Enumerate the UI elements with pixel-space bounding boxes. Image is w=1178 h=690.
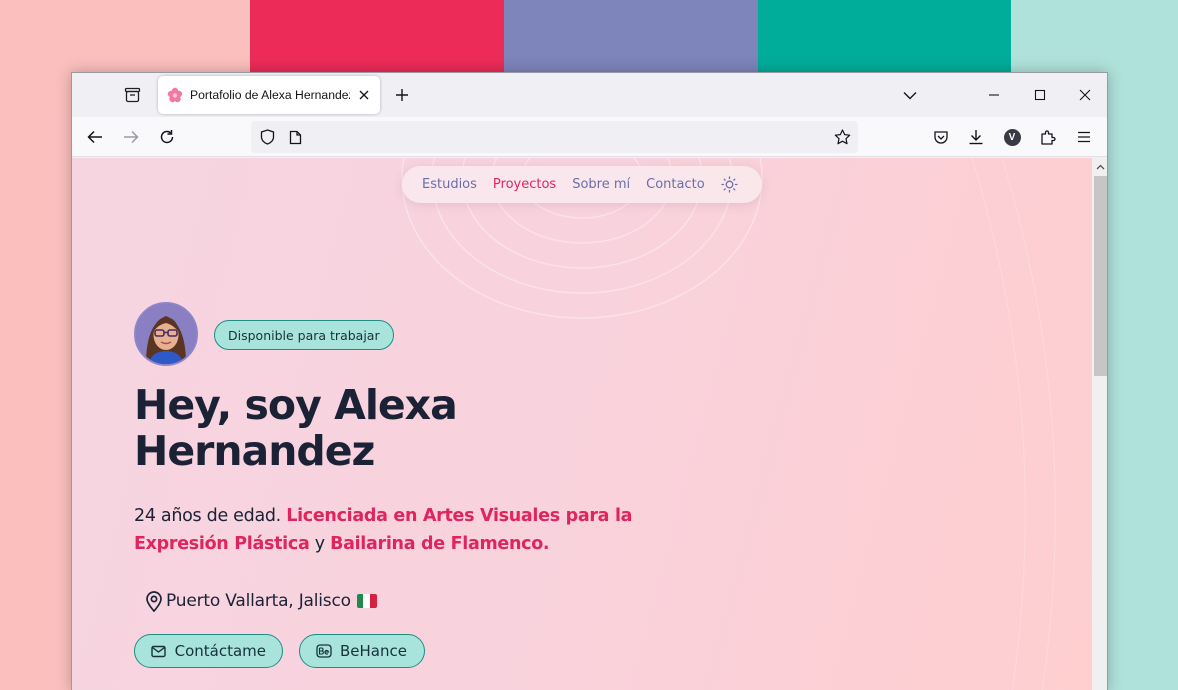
reload-icon[interactable] [157, 127, 177, 147]
behance-icon [316, 643, 332, 659]
forward-arrow-icon[interactable] [121, 127, 141, 147]
chevron-down-icon[interactable] [900, 85, 920, 105]
desc-text: y [309, 534, 331, 554]
site-navigation: Estudios Proyectos Sobre mí Contacto [402, 166, 762, 203]
tab-bar: Portafolio de Alexa Hernandez [72, 73, 1107, 117]
browser-tab[interactable]: Portafolio de Alexa Hernandez [158, 76, 380, 114]
browser-window: Portafolio de Alexa Hernandez V Estudios… [71, 72, 1108, 690]
page-title: Hey, soy Alexa Hernandez [134, 382, 554, 474]
scroll-up-arrow-icon[interactable] [1092, 158, 1107, 175]
title-line-1: Hey, soy Alexa [134, 381, 458, 429]
tab-title: Portafolio de Alexa Hernandez [190, 88, 350, 102]
nav-link-sobre-mi[interactable]: Sobre mí [572, 177, 630, 192]
pocket-icon[interactable] [931, 127, 951, 147]
location-text: Puerto Vallarta, Jalisco [166, 591, 351, 611]
avatar [134, 302, 198, 366]
page-viewport: Estudios Proyectos Sobre mí Contacto Dis… [72, 158, 1092, 690]
close-tab-icon[interactable] [356, 87, 372, 103]
close-icon[interactable] [1075, 85, 1095, 105]
availability-badge: Disponible para trabajar [214, 320, 394, 350]
nav-link-proyectos[interactable]: Proyectos [493, 177, 556, 192]
behance-button[interactable]: BeHance [299, 634, 425, 668]
hero-description: 24 años de edad. Licenciada en Artes Vis… [134, 502, 674, 558]
hamburger-menu-icon[interactable] [1074, 127, 1094, 147]
mexico-flag-icon [356, 594, 377, 608]
desc-text: 24 años de edad. [134, 506, 287, 526]
scrollbar-thumb[interactable] [1094, 176, 1107, 376]
extensions-puzzle-icon[interactable] [1038, 127, 1058, 147]
desc-highlight-dancer: Bailarina de Flamenco. [330, 534, 550, 554]
account-avatar-icon[interactable]: V [1002, 127, 1022, 147]
contact-button[interactable]: Contáctame [134, 634, 283, 668]
nav-link-contacto[interactable]: Contacto [646, 177, 705, 192]
sun-icon[interactable] [721, 176, 739, 194]
title-line-2: Hernandez [134, 427, 375, 475]
maximize-icon[interactable] [1030, 85, 1050, 105]
contact-button-label: Contáctame [174, 642, 266, 660]
url-bar[interactable] [251, 121, 858, 153]
map-pin-icon [144, 590, 164, 612]
minimize-icon[interactable] [984, 85, 1004, 105]
vertical-scrollbar[interactable] [1092, 158, 1107, 690]
download-icon[interactable] [966, 127, 986, 147]
page-icon[interactable] [285, 127, 305, 147]
star-icon[interactable] [832, 127, 852, 147]
flower-icon [166, 87, 183, 104]
nav-toolbar: V [72, 117, 1107, 157]
new-tab-icon[interactable] [392, 85, 412, 105]
shield-icon[interactable] [257, 127, 277, 147]
back-arrow-icon[interactable] [85, 127, 105, 147]
mail-icon [151, 643, 167, 659]
tab-manager-icon[interactable] [122, 85, 142, 105]
location: Puerto Vallarta, Jalisco [144, 590, 377, 612]
nav-link-estudios[interactable]: Estudios [422, 177, 477, 192]
behance-button-label: BeHance [340, 642, 407, 660]
